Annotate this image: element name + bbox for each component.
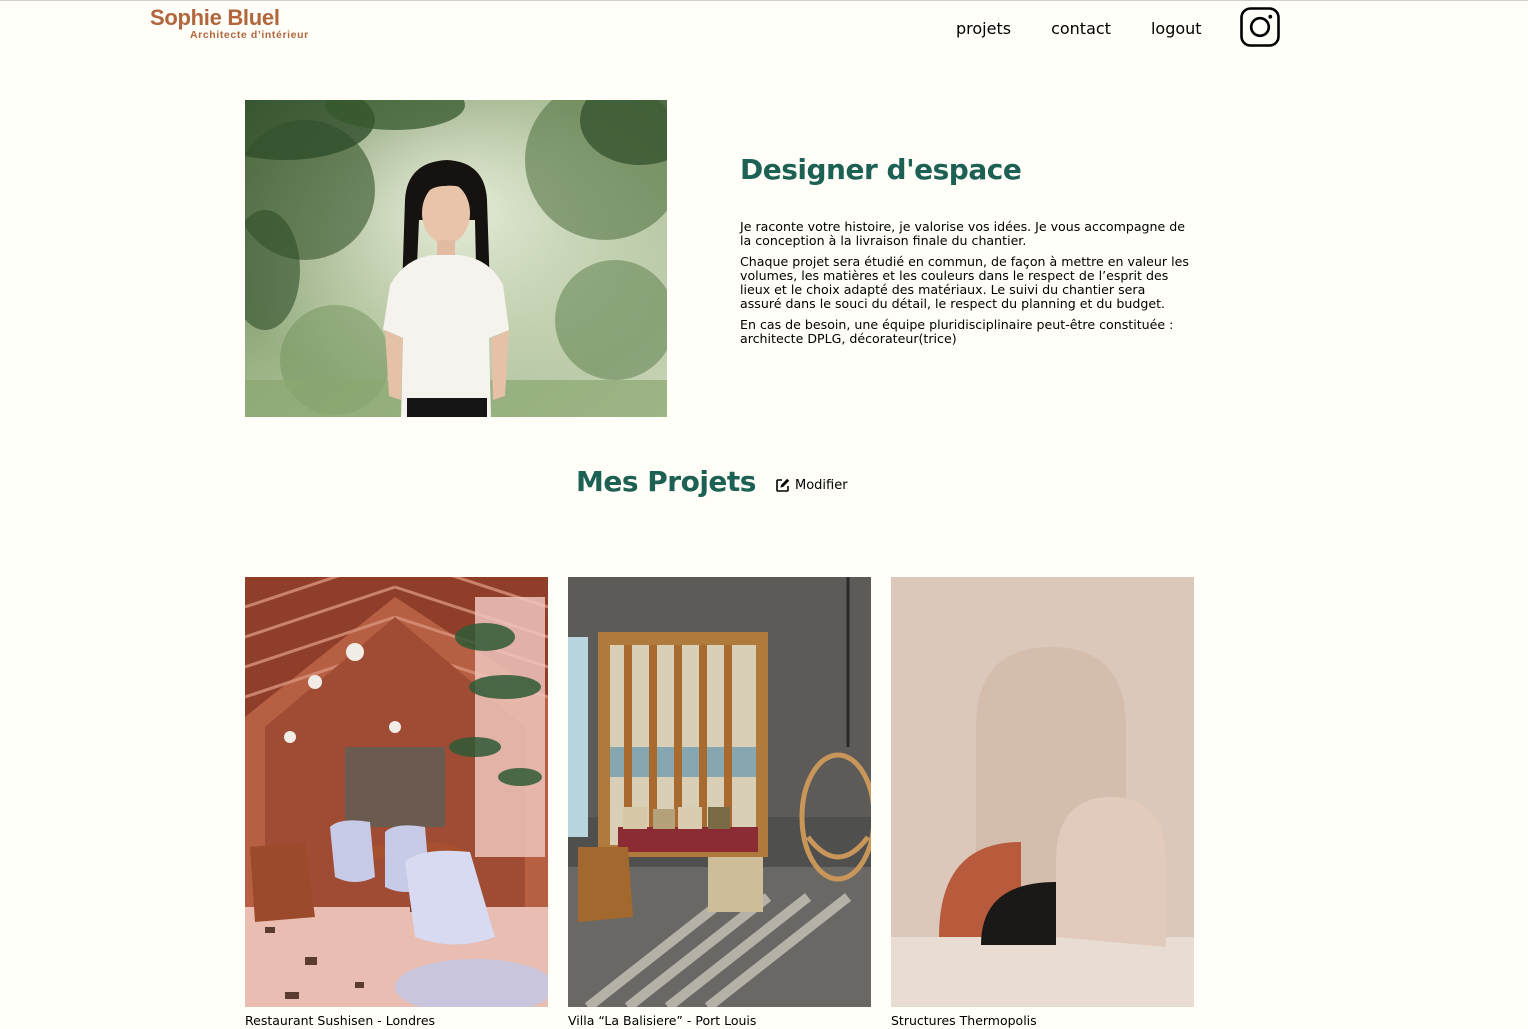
project-card[interactable]: Villa “La Balisiere” - Port Louis	[568, 577, 871, 1029]
logo-subtitle: Architecte d’intérieur	[190, 29, 309, 41]
top-border	[0, 0, 1528, 1]
introduction-paragraph: Je raconte votre histoire, je valorise v…	[740, 219, 1186, 248]
portfolio-header: Mes Projets Modifier	[576, 463, 848, 501]
project-caption: Restaurant Sushisen - Londres	[245, 1013, 436, 1028]
main-nav: projets contact logout	[956, 19, 1242, 39]
projects-gallery: Restaurant Sushisen - Londres Villa “La …	[245, 577, 1194, 1029]
project-card[interactable]: Structures Thermopolis	[891, 577, 1194, 1029]
portrait-photo	[245, 100, 667, 417]
pen-square-icon	[776, 478, 790, 492]
introduction-paragraph: En cas de besoin, une équipe pluridiscip…	[740, 317, 1174, 346]
logo-name: Sophie Bluel	[150, 5, 280, 30]
edit-projects-label: Modifier	[794, 477, 848, 493]
nav-link-projets[interactable]: projets	[956, 19, 1011, 39]
edit-projects-button[interactable]: Modifier	[776, 478, 848, 493]
nav-link-logout[interactable]: logout	[1151, 19, 1202, 39]
introduction-paragraph: Chaque projet sera étudié en commun, de …	[740, 254, 1189, 311]
nav-link-contact[interactable]: contact	[1051, 19, 1111, 39]
introduction-title: Designer d'espace	[740, 153, 1022, 186]
project-caption: Structures Thermopolis	[891, 1013, 1037, 1028]
project-image-structures[interactable]	[891, 577, 1194, 1007]
site-logo[interactable]: Sophie Bluel Architecte d’intérieur	[150, 5, 370, 41]
project-card[interactable]: Restaurant Sushisen - Londres	[245, 577, 548, 1029]
project-image-restaurant[interactable]	[245, 577, 548, 1007]
instagram-icon[interactable]	[1240, 7, 1280, 47]
introduction-section: Designer d'espace Je raconte votre histo…	[740, 152, 1190, 353]
project-caption: Villa “La Balisiere” - Port Louis	[568, 1013, 757, 1028]
project-image-villa[interactable]	[568, 577, 871, 1007]
portfolio-title: Mes Projets	[576, 465, 756, 498]
